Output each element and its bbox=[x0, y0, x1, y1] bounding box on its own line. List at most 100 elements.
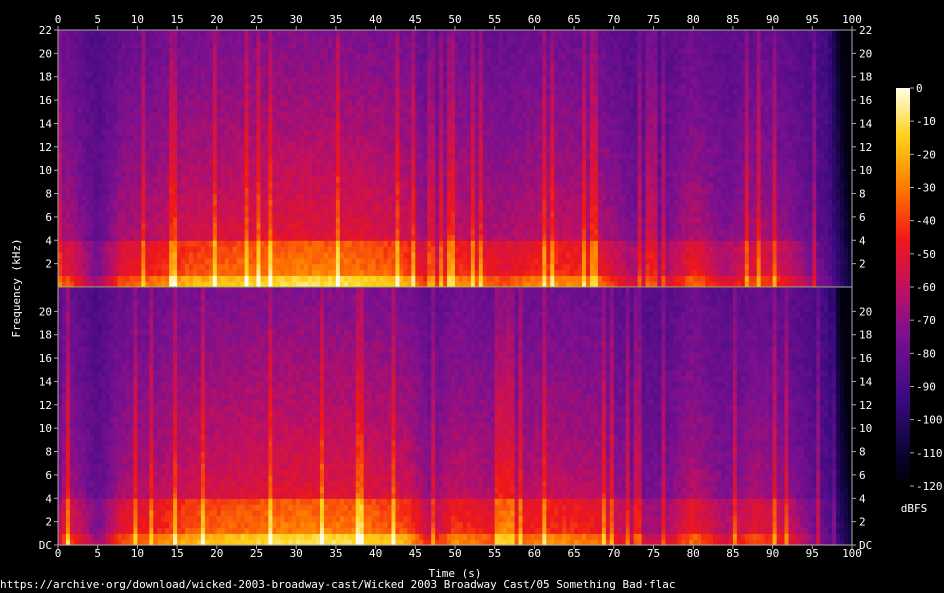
spectrogram-cell bbox=[331, 170, 337, 177]
spectrogram-cell bbox=[411, 158, 416, 165]
spectrogram-cell bbox=[109, 123, 115, 130]
spectrogram-cell bbox=[316, 193, 321, 200]
spectrogram-cell bbox=[81, 152, 87, 160]
spectrogram-cell bbox=[65, 275, 71, 282]
spectrogram-cell bbox=[109, 111, 115, 119]
spectrogram-cell bbox=[502, 146, 508, 154]
spectrogram-cell bbox=[335, 111, 341, 119]
spectrogram-cell bbox=[439, 199, 444, 206]
spectrogram-cell bbox=[443, 246, 448, 253]
spectrogram-cell bbox=[355, 105, 361, 113]
spectrogram-cell bbox=[117, 205, 123, 212]
spectrogram-cell bbox=[399, 59, 404, 66]
spectrogram-cell bbox=[455, 70, 460, 78]
spectrogram-cell bbox=[268, 76, 273, 84]
spectrogram-cell bbox=[339, 94, 345, 101]
spectrogram-cell bbox=[403, 35, 408, 43]
spectrogram-cell bbox=[359, 257, 365, 265]
spectrogram-cell bbox=[320, 76, 325, 84]
spectrogram-cell bbox=[355, 41, 361, 49]
spectrogram-cell bbox=[157, 135, 162, 142]
spectrogram-cell bbox=[331, 105, 337, 113]
spectrogram-cell bbox=[137, 146, 142, 154]
spectrogram-cell bbox=[113, 41, 119, 49]
spectrogram-cell bbox=[296, 76, 301, 84]
spectrogram-cell bbox=[447, 234, 452, 241]
spectrogram-cell bbox=[494, 123, 500, 130]
spectrogram-cell bbox=[423, 140, 428, 148]
spectrogram-cell bbox=[208, 240, 214, 247]
spectrogram-cell bbox=[367, 53, 373, 60]
spectrogram-cell bbox=[308, 105, 313, 113]
spectrogram-cell bbox=[451, 146, 456, 154]
spectrogram-cell bbox=[224, 275, 230, 282]
spectrogram-cell bbox=[240, 187, 246, 195]
spectrogram-cell bbox=[268, 222, 273, 230]
spectrogram-cell bbox=[455, 105, 460, 113]
spectrogram-cell bbox=[391, 47, 397, 54]
spectrogram-cell bbox=[58, 65, 63, 72]
spectrogram-cell bbox=[165, 158, 170, 165]
spectrogram-cell bbox=[498, 70, 504, 78]
spectrogram-cell bbox=[117, 164, 123, 171]
spectrogram-cell bbox=[347, 216, 353, 224]
spectrogram-cell bbox=[125, 176, 131, 183]
spectrogram-cell bbox=[482, 187, 488, 195]
spectrogram-cell bbox=[93, 205, 99, 212]
spectrogram-cell bbox=[443, 82, 448, 90]
spectrogram-cell bbox=[77, 152, 83, 160]
spectrogram-cell bbox=[308, 216, 313, 224]
spectrogram-cell bbox=[85, 216, 91, 224]
spectrogram-cell bbox=[181, 269, 186, 276]
spectrogram-cell bbox=[232, 216, 238, 224]
spectrogram-cell bbox=[232, 228, 238, 236]
spectrogram-cell bbox=[466, 35, 472, 43]
spectrogram-cell bbox=[474, 181, 480, 189]
spectrogram-cell bbox=[236, 111, 242, 119]
spectrogram-cell bbox=[419, 211, 424, 218]
spectrogram-cell bbox=[335, 82, 341, 90]
spectrogram-cell bbox=[387, 88, 393, 95]
spectrogram-cell bbox=[367, 263, 373, 271]
spectrogram-cell bbox=[208, 146, 214, 154]
spectrogram-cell bbox=[252, 187, 258, 195]
spectrogram-cell bbox=[212, 140, 218, 148]
spectrogram-cell bbox=[335, 234, 341, 241]
spectrogram-cell bbox=[399, 82, 404, 90]
spectrogram-cell bbox=[506, 146, 512, 154]
spectrogram-cell bbox=[296, 88, 301, 95]
spectrogram-cell bbox=[244, 257, 250, 265]
spectrogram-cell bbox=[502, 152, 508, 160]
spectrogram-cell bbox=[85, 100, 91, 107]
spectrogram-cell bbox=[101, 35, 107, 43]
spectrogram-cell bbox=[335, 47, 341, 54]
spectrogram-cell bbox=[451, 216, 456, 224]
spectrogram-cell bbox=[327, 123, 333, 130]
spectrogram-cell bbox=[61, 222, 67, 230]
spectrogram-cell bbox=[371, 176, 377, 183]
spectrogram-cell bbox=[208, 181, 214, 189]
spectrogram-cell bbox=[73, 193, 79, 200]
spectrogram-cell bbox=[431, 76, 436, 84]
spectrogram-cell bbox=[165, 70, 170, 78]
spectrogram-cell bbox=[161, 152, 166, 160]
spectrogram-cell bbox=[431, 135, 436, 142]
spectrogram-cell bbox=[260, 170, 266, 177]
spectrogram-cell bbox=[355, 82, 361, 90]
spectrogram-cell bbox=[260, 59, 266, 66]
spectrogram-cell bbox=[109, 129, 115, 136]
spectrogram-cell bbox=[407, 82, 412, 90]
spectrogram-cell bbox=[415, 146, 420, 154]
spectrogram-cell bbox=[81, 176, 87, 183]
spectrogram-cell bbox=[105, 199, 111, 206]
spectrogram-cell bbox=[312, 123, 317, 130]
spectrogram-cell bbox=[300, 181, 305, 189]
spectrogram-cell bbox=[423, 35, 428, 43]
spectrogram-cell bbox=[61, 30, 67, 37]
spectrogram-cell bbox=[474, 205, 480, 212]
spectrogram-cell bbox=[343, 170, 349, 177]
spectrogram-cell bbox=[435, 82, 440, 90]
spectrogram-cell bbox=[351, 146, 357, 154]
spectrogram-cell bbox=[351, 222, 357, 230]
spectrogram-cell bbox=[502, 88, 508, 95]
